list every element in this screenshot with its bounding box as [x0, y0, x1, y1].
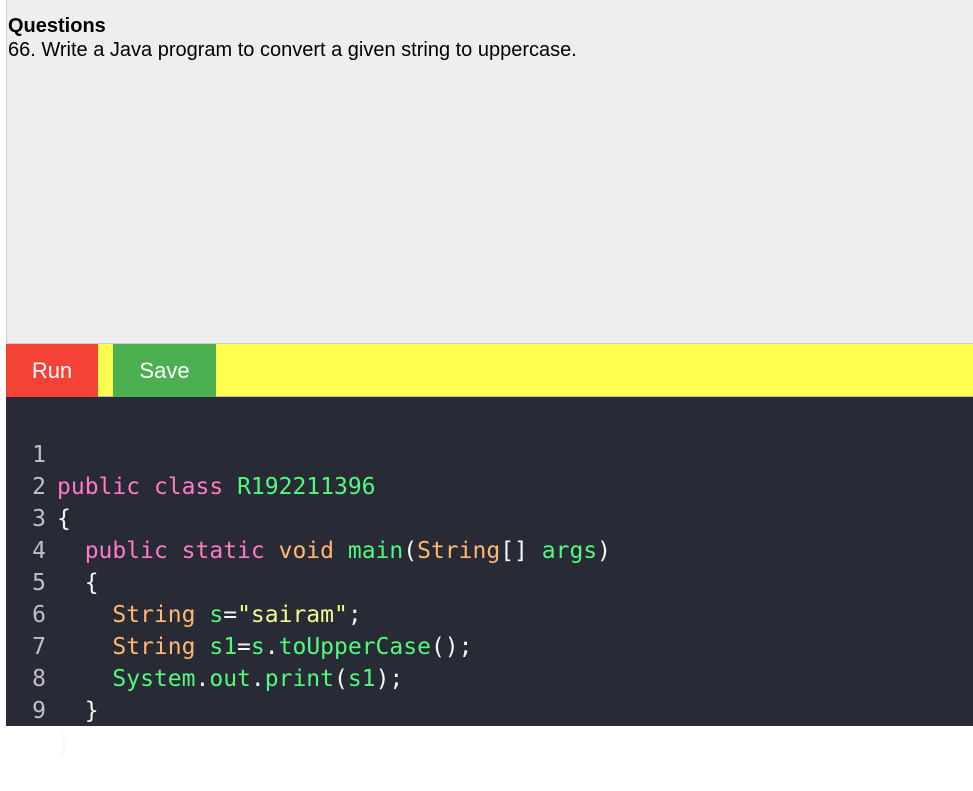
- code-text[interactable]: }: [57, 727, 71, 759]
- code-text[interactable]: }: [57, 695, 99, 727]
- editor-toolbar: Run Save: [6, 344, 973, 397]
- code-token: }: [57, 730, 71, 756]
- code-editor[interactable]: 1 public class R192211396 2 { 3 public s…: [6, 397, 973, 756]
- save-button[interactable]: Save: [113, 344, 216, 397]
- question-heading: Questions: [8, 15, 106, 37]
- code-line-9: 9 }: [6, 663, 973, 756]
- code-line-7: 7 System.out.print(s1);: [6, 599, 973, 692]
- code-line-8: 8 }: [6, 631, 973, 724]
- code-line-1: 1 public class R192211396: [6, 407, 973, 500]
- code-line-5: 5 String s="sairam";: [6, 535, 973, 628]
- run-button[interactable]: Run: [6, 344, 98, 397]
- code-line-3: 3 public static void main(String[] args): [6, 471, 973, 564]
- code-token: }: [84, 698, 99, 724]
- code-line-6: 6 String s1=s.toUpperCase();: [6, 567, 973, 660]
- code-line-4: 4 {: [6, 503, 973, 596]
- question-panel: Questions 66. Write a Java program to co…: [6, 0, 973, 344]
- question-text: 66. Write a Java program to convert a gi…: [8, 39, 577, 61]
- code-line-2: 2 {: [6, 439, 973, 532]
- line-number: 9: [32, 698, 46, 724]
